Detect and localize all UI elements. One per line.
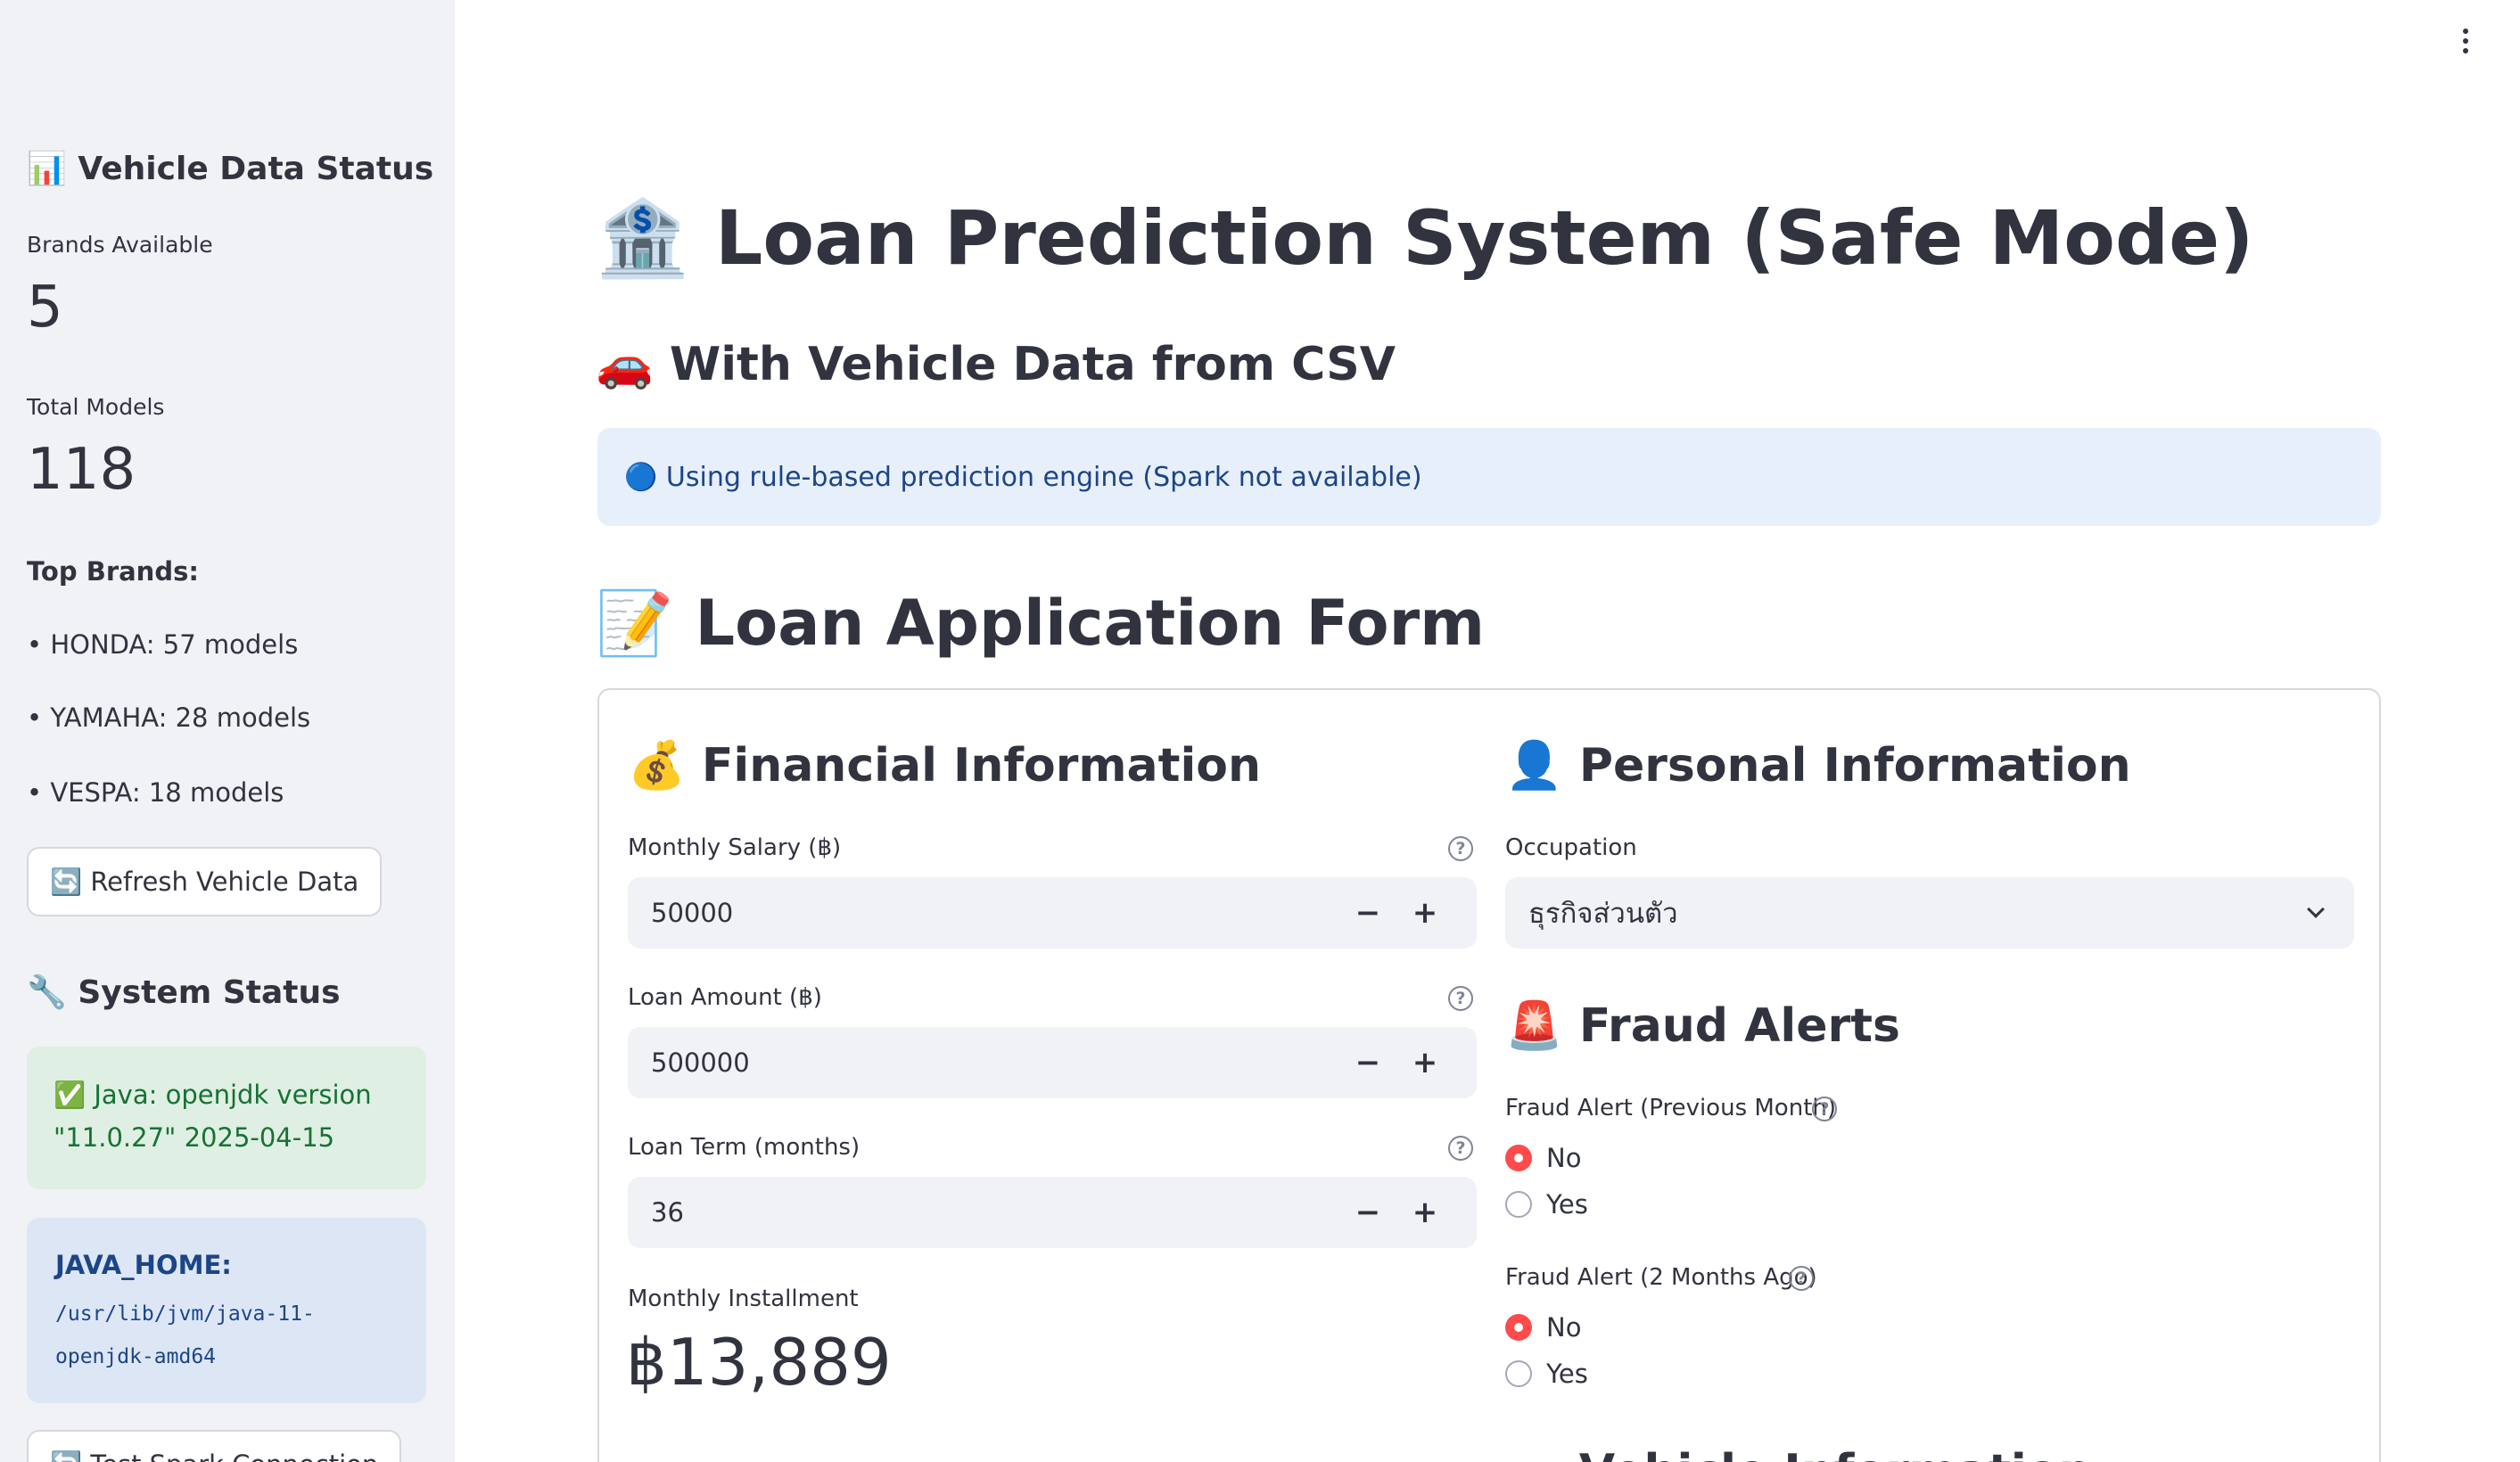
page-title: 🏦 Loan Prediction System (Safe Mode) — [596, 194, 2254, 282]
personal-info-title: 👤 Personal Information — [1505, 739, 2131, 793]
refresh-vehicle-data-button[interactable]: 🔄 Refresh Vehicle Data — [27, 847, 383, 916]
radio-label: No — [1546, 1312, 1582, 1343]
loan-amount-increment-button[interactable]: + — [1396, 1045, 1454, 1080]
fraud-prev-month-label: Fraud Alert (Previous Month) — [1505, 1095, 1837, 1121]
installment-label: Monthly Installment — [628, 1285, 859, 1312]
fraud-alerts-title: 🚨 Fraud Alerts — [1505, 999, 1900, 1053]
test-spark-button[interactable]: 🔄 Test Spark Connection — [27, 1430, 402, 1462]
help-icon[interactable]: ? — [1812, 1096, 1837, 1121]
top-brand-item: • HONDA: 57 models — [27, 629, 299, 660]
brands-metric: 5 — [27, 275, 63, 341]
loan-term-decrement-button[interactable]: − — [1339, 1195, 1396, 1230]
top-brand-item: • YAMAHA: 28 models — [27, 702, 311, 733]
java-status-alert: ✅ Java: openjdk version "11.0.27" 2025-0… — [27, 1047, 426, 1189]
salary-value: 50000 — [651, 898, 734, 928]
sidebar: 📊 Vehicle Data Status Brands Available 5… — [0, 0, 455, 1462]
loan-term-value: 36 — [651, 1197, 684, 1228]
page-subtitle: 🚗 With Vehicle Data from CSV — [596, 338, 1396, 391]
loan-application-form: 💰 Financial Information Monthly Salary (… — [597, 688, 2381, 1462]
refresh-button-label: 🔄 Refresh Vehicle Data — [50, 866, 359, 897]
help-icon[interactable]: ? — [1789, 1266, 1814, 1291]
java-home-alert: JAVA_HOME: /usr/lib/jvm/java-11-openjdk-… — [27, 1218, 426, 1403]
occupation-value: ธุรกิจส่วนตัว — [1528, 898, 1678, 930]
top-brand-item: • VESPA: 18 models — [27, 777, 284, 808]
chevron-down-icon — [2307, 900, 2325, 918]
fraud-prev-month-no-option[interactable]: No — [1505, 1143, 1581, 1173]
radio-label: No — [1546, 1143, 1582, 1173]
loan-term-increment-button[interactable]: + — [1396, 1195, 1454, 1230]
loan-amount-input[interactable]: 500000 − + — [628, 1027, 1477, 1098]
loan-amount-label: Loan Amount (฿) — [628, 984, 822, 1011]
top-brands-label: Top Brands: — [27, 556, 199, 587]
models-label: Total Models — [27, 394, 165, 420]
salary-input[interactable]: 50000 − + — [628, 877, 1477, 949]
models-metric: 118 — [27, 437, 136, 503]
fraud-two-months-yes-option[interactable]: Yes — [1505, 1359, 1588, 1389]
test-spark-button-label: 🔄 Test Spark Connection — [50, 1450, 378, 1462]
help-icon[interactable]: ? — [1448, 1136, 1473, 1161]
fraud-prev-month-yes-option[interactable]: Yes — [1505, 1189, 1588, 1220]
fraud-two-months-label: Fraud Alert (2 Months Ago) — [1505, 1264, 1817, 1291]
vehicle-info-title: 🏍️ Vehicle Information — [1505, 1444, 2091, 1462]
java-status-text: ✅ Java: openjdk version "11.0.27" 2025-0… — [54, 1080, 372, 1153]
help-icon[interactable]: ? — [1448, 986, 1473, 1011]
financial-info-title: 💰 Financial Information — [628, 739, 1262, 793]
loan-term-input[interactable]: 36 − + — [628, 1177, 1477, 1248]
radio-unselected-icon — [1505, 1360, 1532, 1387]
loan-term-label: Loan Term (months) — [628, 1134, 861, 1161]
occupation-label: Occupation — [1505, 834, 1637, 861]
salary-increment-button[interactable]: + — [1396, 895, 1454, 931]
loan-amount-decrement-button[interactable]: − — [1339, 1045, 1396, 1080]
radio-label: Yes — [1546, 1189, 1588, 1220]
installment-metric: ฿13,889 — [626, 1325, 892, 1400]
radio-label: Yes — [1546, 1359, 1588, 1389]
radio-selected-icon — [1505, 1314, 1532, 1341]
brands-label: Brands Available — [27, 232, 213, 258]
fraud-two-months-no-option[interactable]: No — [1505, 1312, 1581, 1343]
radio-unselected-icon — [1505, 1191, 1532, 1218]
engine-info-banner: 🔵 Using rule-based prediction engine (Sp… — [597, 428, 2381, 526]
system-status-title: 🔧 System Status — [27, 974, 341, 1011]
occupation-select[interactable]: ธุรกิจส่วนตัว — [1505, 877, 2354, 949]
engine-info-text: 🔵 Using rule-based prediction engine (Sp… — [624, 461, 1422, 493]
loan-amount-value: 500000 — [651, 1047, 750, 1078]
java-home-path: /usr/lib/jvm/java-11-openjdk-amd64 — [55, 1302, 315, 1368]
form-title: 📝 Loan Application Form — [596, 587, 1486, 660]
java-home-label: JAVA_HOME: — [55, 1250, 232, 1280]
salary-decrement-button[interactable]: − — [1339, 895, 1396, 931]
help-icon[interactable]: ? — [1448, 836, 1473, 861]
radio-selected-icon — [1505, 1145, 1532, 1171]
main-menu-icon[interactable] — [2452, 23, 2479, 59]
salary-label: Monthly Salary (฿) — [628, 834, 842, 861]
vehicle-status-title: 📊 Vehicle Data Status — [27, 151, 434, 187]
